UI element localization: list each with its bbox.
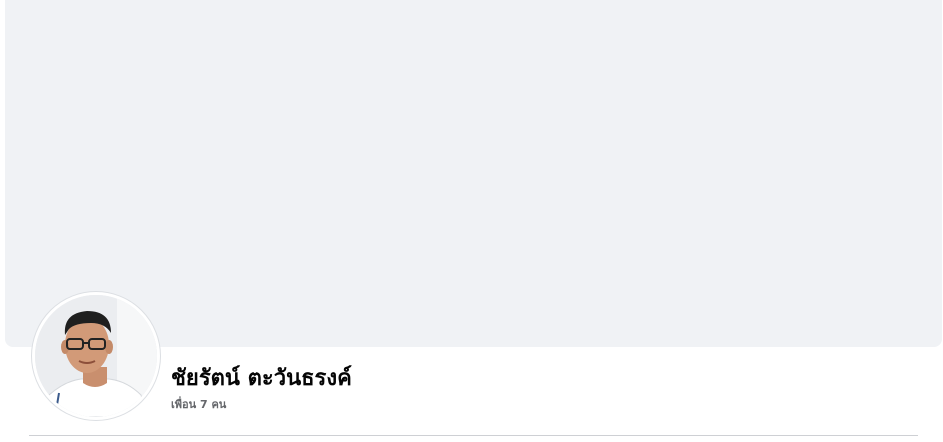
divider bbox=[29, 435, 918, 436]
profile-header: ชัยรัตน์ ตะวันธรงค์ เพื่อน 7 คน bbox=[0, 0, 943, 442]
profile-picture[interactable] bbox=[31, 291, 161, 421]
avatar-portrait-icon bbox=[35, 295, 157, 417]
profile-name: ชัยรัตน์ ตะวันธรงค์ bbox=[171, 366, 352, 391]
avatar[interactable] bbox=[35, 295, 157, 417]
friend-count[interactable]: เพื่อน 7 คน bbox=[171, 397, 226, 413]
cover-photo[interactable] bbox=[5, 0, 942, 347]
